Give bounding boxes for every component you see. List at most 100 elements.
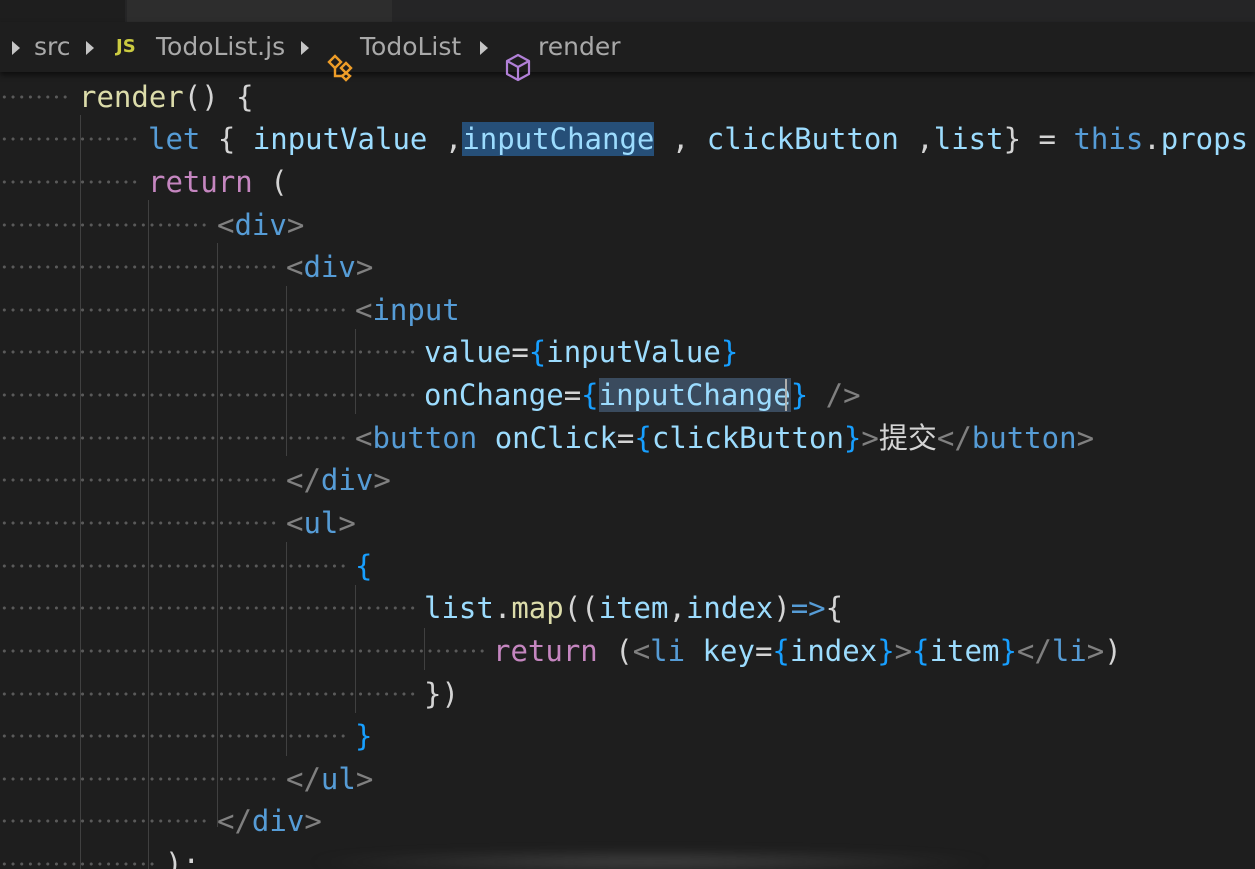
code-token: > xyxy=(1076,421,1095,455)
whitespace-marker xyxy=(0,77,71,117)
code-token: (( xyxy=(563,591,599,625)
code-token: value xyxy=(424,335,512,369)
code-token: list xyxy=(933,122,1004,156)
code-token: < xyxy=(355,421,373,455)
code-token: return xyxy=(148,165,253,199)
code-token: { xyxy=(772,634,790,668)
code-token: , xyxy=(427,122,463,156)
code-token: { xyxy=(528,335,547,369)
whitespace-marker xyxy=(0,162,140,202)
code-token: > xyxy=(286,208,305,242)
code-token: => xyxy=(790,591,826,625)
tab-active[interactable] xyxy=(0,0,125,22)
chevron-right-icon xyxy=(12,41,20,55)
code-token: ) xyxy=(773,591,791,625)
code-token: < xyxy=(286,250,304,284)
symbol-method-icon xyxy=(504,53,532,83)
code-line[interactable]: <button onClick={clickButton}>提交</button… xyxy=(355,418,1094,458)
code-line[interactable]: <ul> xyxy=(286,503,356,543)
code-token: } xyxy=(999,634,1017,668)
code-token: } xyxy=(355,719,373,753)
chevron-right-icon xyxy=(480,41,488,55)
breadcrumb-component[interactable]: TodoList xyxy=(360,31,461,63)
code-line[interactable]: <input xyxy=(355,290,460,330)
breadcrumb-folder[interactable]: src xyxy=(34,31,71,63)
whitespace-marker xyxy=(0,588,416,628)
whitespace-marker xyxy=(0,674,416,714)
code-token: = xyxy=(511,335,529,369)
code-line[interactable]: render() { xyxy=(79,77,254,117)
code-token: </ xyxy=(936,421,972,455)
code-token: } xyxy=(877,634,895,668)
breadcrumb: src JS TodoList.js TodoList render xyxy=(0,22,1255,82)
code-line[interactable]: return (<li key={index}>{item}</li>) xyxy=(493,631,1122,671)
whitespace-marker xyxy=(0,844,157,869)
symbol-class-icon xyxy=(326,54,354,82)
breadcrumb-method[interactable]: render xyxy=(538,31,620,63)
code-line[interactable]: </ul> xyxy=(286,759,373,799)
whitespace-marker xyxy=(0,247,278,287)
code-token: < xyxy=(217,208,235,242)
code-token: , xyxy=(898,122,934,156)
code-token: } xyxy=(790,378,809,412)
code-token: item xyxy=(598,591,669,625)
code-line[interactable]: }) xyxy=(424,674,459,714)
code-token: > xyxy=(338,506,356,540)
code-line[interactable]: value={inputValue} xyxy=(424,332,738,372)
code-token: clickButton xyxy=(706,122,899,156)
code-line[interactable]: { xyxy=(355,546,372,586)
code-token: div xyxy=(251,804,305,838)
code-token: </ xyxy=(286,762,321,796)
code-token: /> xyxy=(825,378,861,412)
code-token: = xyxy=(563,378,582,412)
code-line[interactable]: <div> xyxy=(286,247,373,287)
code-token: inputValue xyxy=(252,122,428,156)
code-token: > xyxy=(894,634,913,668)
code-line[interactable]: } xyxy=(355,716,372,756)
code-line[interactable]: </div> xyxy=(286,460,391,500)
code-line[interactable]: return ( xyxy=(148,162,288,202)
breadcrumb-file[interactable]: TodoList.js xyxy=(156,31,285,63)
code-token: } xyxy=(843,421,862,455)
code-line[interactable]: <div> xyxy=(217,205,304,245)
code-area[interactable]: render() {let { inputValue ,inputChange … xyxy=(0,72,1255,869)
code-token: </ xyxy=(217,804,252,838)
code-token: , xyxy=(668,591,686,625)
code-token: > xyxy=(1086,634,1105,668)
code-token: { xyxy=(218,80,254,114)
code-token: > xyxy=(304,804,322,838)
code-token: item xyxy=(929,634,1000,668)
tab-inactive[interactable] xyxy=(127,0,392,22)
code-token: { xyxy=(912,634,930,668)
whitespace-marker xyxy=(0,546,347,586)
whitespace-marker xyxy=(0,759,278,799)
code-token: }) xyxy=(424,677,459,711)
whitespace-marker xyxy=(0,290,347,330)
code-token: . xyxy=(493,591,512,625)
whitespace-marker xyxy=(0,801,209,841)
code-line[interactable]: list.map((item,index)=>{ xyxy=(424,588,843,628)
code-token: props xyxy=(1160,122,1249,156)
code-token: li xyxy=(650,634,686,668)
code-token: ul xyxy=(303,506,339,540)
code-editor: src JS TodoList.js TodoList render rende… xyxy=(0,0,1255,869)
code-token: li xyxy=(1051,634,1087,668)
code-token: key xyxy=(702,634,755,668)
code-line[interactable]: ); xyxy=(165,844,200,869)
code-token: div xyxy=(234,208,287,242)
code-line[interactable]: let { inputValue ,inputChange , clickBut… xyxy=(148,119,1248,159)
code-token: index xyxy=(685,591,774,625)
code-token: render xyxy=(79,80,184,114)
whitespace-marker xyxy=(0,205,209,245)
code-token: list xyxy=(424,591,494,625)
blurred-overlay xyxy=(300,852,1000,869)
code-token: () xyxy=(183,80,219,114)
chevron-right-icon xyxy=(301,41,309,55)
code-line[interactable]: onChange={inputChange} /> xyxy=(424,375,861,415)
code-token: inputChange xyxy=(598,378,791,412)
code-line[interactable]: </div> xyxy=(217,801,322,841)
code-token: < xyxy=(355,293,373,327)
code-token: ( xyxy=(252,165,288,199)
